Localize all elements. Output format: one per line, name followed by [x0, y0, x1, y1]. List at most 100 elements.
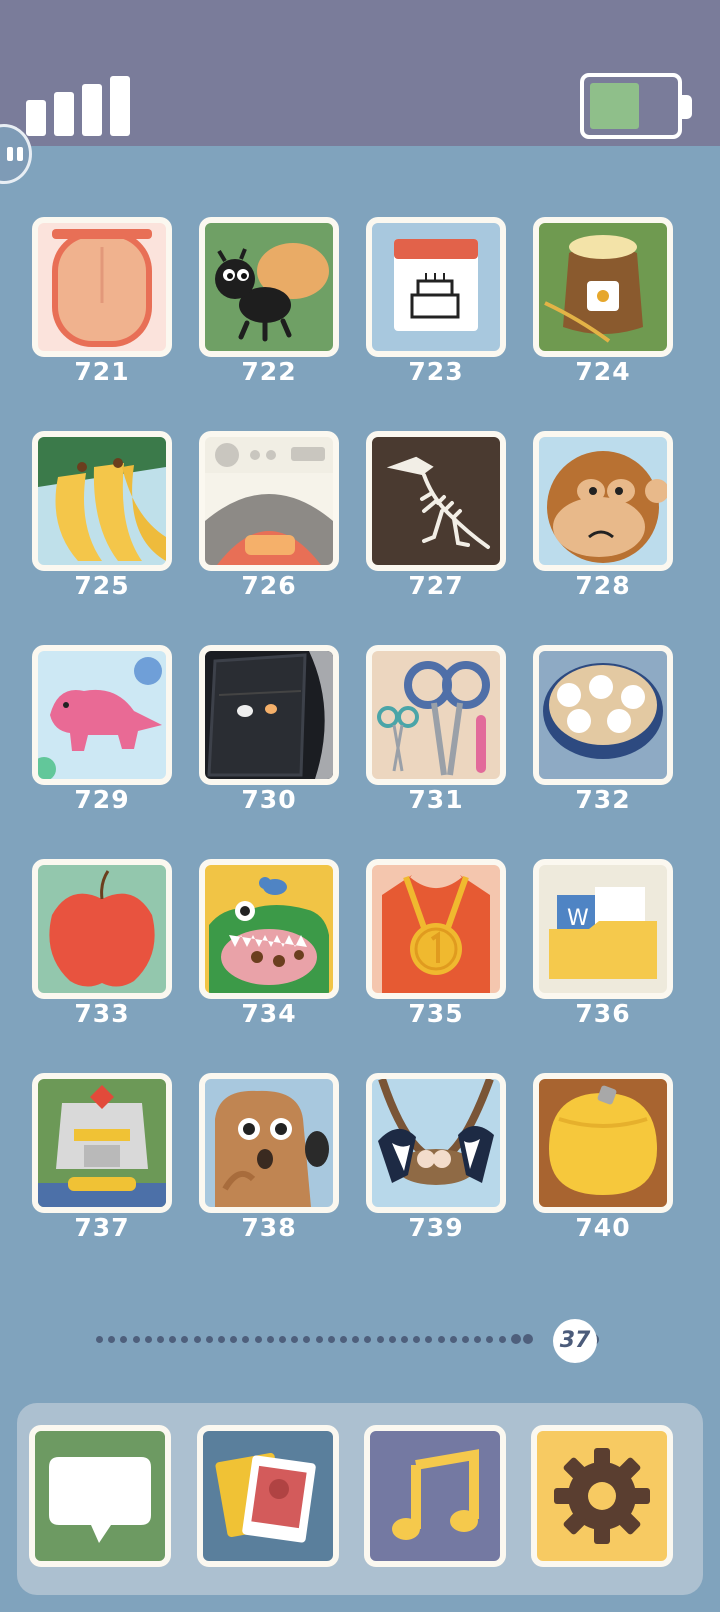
settings-button[interactable]	[531, 1425, 673, 1567]
level-number: 737	[74, 1213, 130, 1242]
level-tile[interactable]: 723	[366, 217, 506, 387]
photos-button[interactable]	[197, 1425, 339, 1567]
level-tile[interactable]: 721	[32, 217, 172, 387]
level-number: 732	[575, 785, 631, 814]
level-number: 723	[408, 357, 464, 386]
page-dot	[315, 1336, 323, 1343]
level-tile[interactable]: 727	[366, 431, 506, 601]
magpies-nest-icon	[366, 1073, 506, 1213]
level-tile[interactable]: 725	[32, 431, 172, 601]
page-dot	[242, 1336, 250, 1343]
messages-icon	[29, 1425, 171, 1567]
status-bar	[0, 0, 720, 146]
level-tile[interactable]: 733	[32, 859, 172, 1029]
monkey-icon	[533, 431, 673, 571]
page-dot	[205, 1336, 213, 1343]
settings-gear-icon	[531, 1425, 673, 1567]
level-tile[interactable]: 729	[32, 645, 172, 815]
page-dot	[462, 1336, 469, 1343]
level-number: 738	[241, 1213, 297, 1242]
level-number: 726	[241, 571, 297, 600]
robot-icon	[32, 1073, 172, 1213]
level-number: 722	[241, 357, 297, 386]
level-tile[interactable]: 728	[533, 431, 673, 601]
yellow-coin-purse-icon	[533, 1073, 673, 1213]
level-number: 729	[74, 785, 130, 814]
gold-medal-icon	[366, 859, 506, 999]
level-number: 735	[408, 999, 464, 1028]
level-number: 730	[241, 785, 297, 814]
level-number: 740	[575, 1213, 631, 1242]
page-dot	[437, 1336, 445, 1343]
crocodile-bird-icon	[199, 859, 339, 999]
page-dot	[144, 1336, 152, 1343]
page-dot	[425, 1336, 433, 1343]
level-number: 733	[74, 999, 130, 1028]
level-tile[interactable]: 726	[199, 431, 339, 601]
page-dot	[230, 1336, 238, 1343]
svg-text:W: W	[567, 906, 589, 931]
level-tile[interactable]: 739	[366, 1073, 506, 1243]
page-dot	[352, 1336, 360, 1343]
page-dot	[327, 1336, 335, 1343]
page-dot	[266, 1336, 274, 1343]
battery-nub	[682, 95, 692, 119]
oven-icon	[199, 431, 339, 571]
pause-icon-bar	[17, 147, 23, 161]
page-dot	[279, 1336, 286, 1343]
bananas-icon	[32, 431, 172, 571]
tongue-icon	[32, 217, 172, 357]
level-tile[interactable]: 732	[533, 645, 673, 815]
page-dot	[303, 1336, 311, 1343]
dinosaur-fossil-icon	[366, 431, 506, 571]
page-dot	[523, 1334, 533, 1344]
page-dot	[486, 1336, 494, 1343]
level-tile[interactable]: 740	[533, 1073, 673, 1243]
birthday-calendar-icon	[366, 217, 506, 357]
battery-icon	[580, 73, 692, 139]
level-number: 736	[575, 999, 631, 1028]
page-dot	[388, 1336, 396, 1343]
page-dot	[413, 1336, 421, 1343]
page-dot	[340, 1336, 347, 1343]
page-dot	[401, 1336, 408, 1343]
page-dot	[193, 1336, 201, 1343]
music-button[interactable]	[364, 1425, 506, 1567]
scissors-icon	[366, 645, 506, 785]
page-indicator: 37	[96, 1319, 626, 1363]
page-dot	[364, 1336, 372, 1343]
music-icon	[364, 1425, 506, 1567]
dock	[17, 1403, 703, 1595]
level-tile[interactable]: 730	[199, 645, 339, 815]
battery-fill	[590, 83, 639, 129]
page-dot	[132, 1336, 140, 1343]
page-dot	[449, 1336, 457, 1343]
ant-carrying-bread-icon	[199, 217, 339, 357]
messages-button[interactable]	[29, 1425, 171, 1567]
page-dot	[120, 1336, 128, 1343]
level-tile[interactable]: 735	[366, 859, 506, 1029]
level-tile[interactable]: 724	[533, 217, 673, 387]
page-dot	[291, 1336, 299, 1343]
level-tile[interactable]: 734	[199, 859, 339, 1029]
page-dot	[376, 1336, 384, 1343]
folder-icon: W	[533, 859, 673, 999]
level-tile[interactable]: 722	[199, 217, 339, 387]
level-tile[interactable]: 738	[199, 1073, 339, 1243]
page-dot	[474, 1336, 482, 1343]
current-page-badge: 37	[553, 1319, 597, 1363]
pause-icon	[7, 147, 13, 161]
page-dot	[181, 1336, 189, 1343]
level-number: 728	[575, 571, 631, 600]
level-tile[interactable]: 737	[32, 1073, 172, 1243]
level-tile[interactable]: 731	[366, 645, 506, 815]
dark-car-window-icon	[199, 645, 339, 785]
page-dot	[108, 1336, 116, 1343]
page-dot	[218, 1336, 225, 1343]
page-dot	[254, 1336, 262, 1343]
level-tile[interactable]: W 736	[533, 859, 673, 1029]
level-number: 734	[241, 999, 297, 1028]
page-dot	[96, 1336, 103, 1343]
page-dot	[498, 1336, 506, 1343]
page-dot	[169, 1336, 177, 1343]
